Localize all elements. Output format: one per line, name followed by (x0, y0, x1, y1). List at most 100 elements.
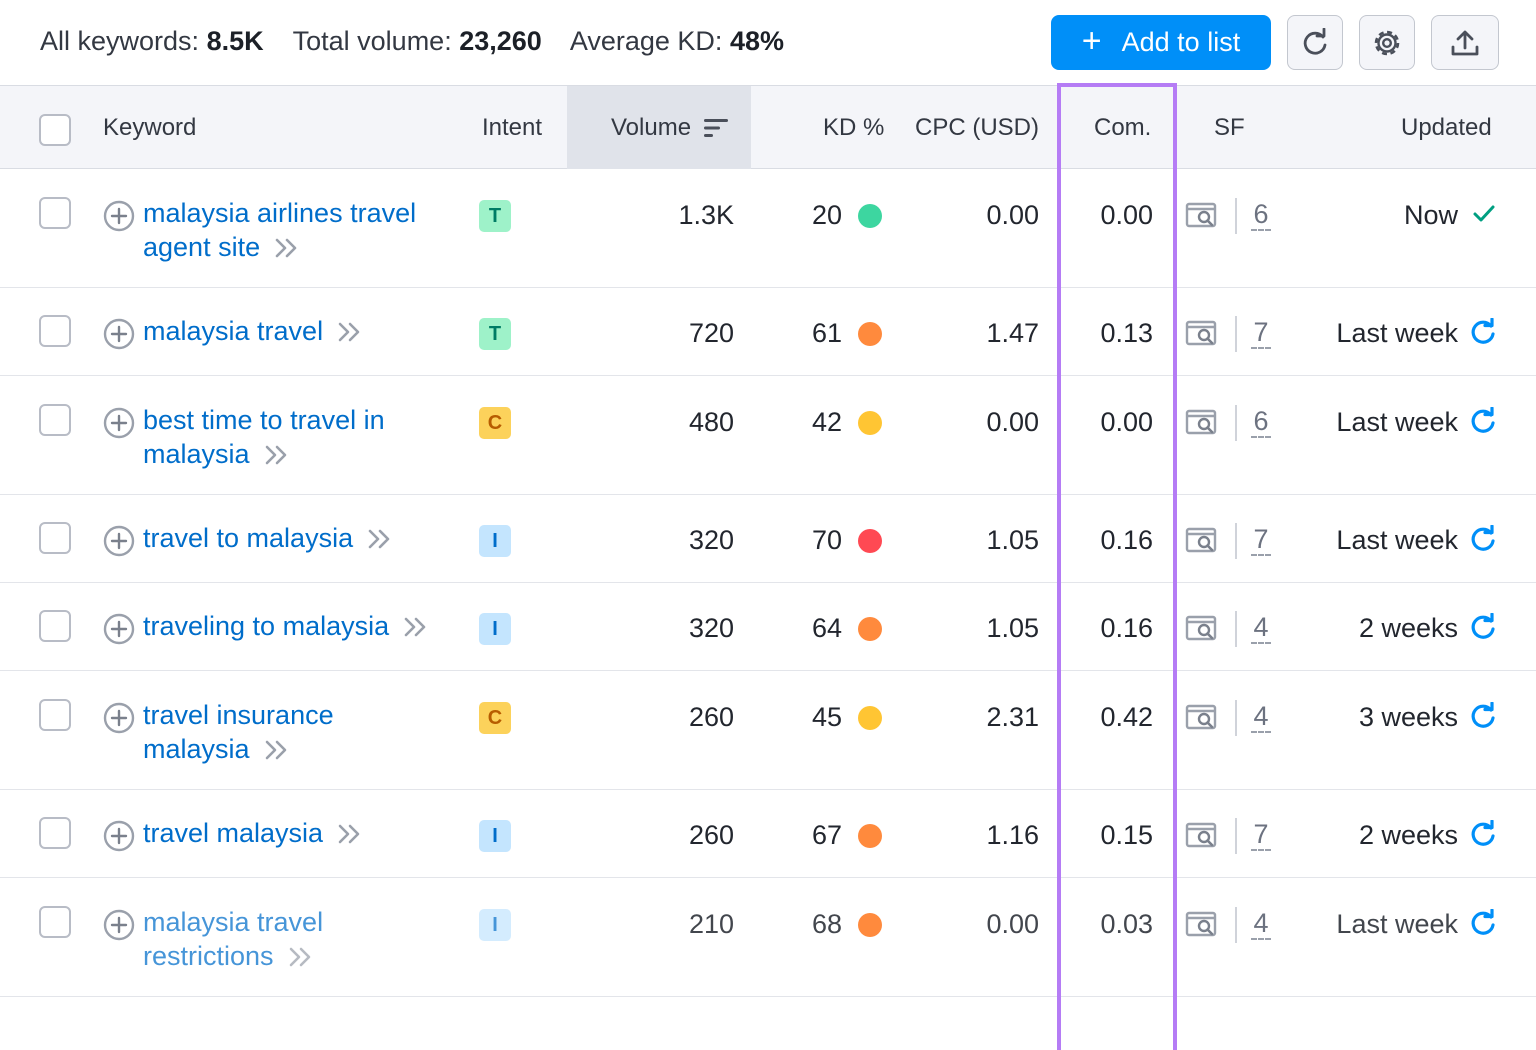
refresh-icon[interactable] (1469, 524, 1497, 553)
add-keyword-icon[interactable] (103, 613, 135, 645)
refresh-icon[interactable] (1469, 701, 1497, 730)
table-row[interactable]: travel insurance malaysia C 260 45 2.31 0… (0, 671, 1536, 790)
row-checkbox[interactable] (39, 817, 71, 849)
column-header-com[interactable]: Com. (1094, 86, 1151, 169)
row-checkbox[interactable] (39, 906, 71, 938)
keyword-link[interactable]: travel to malaysia (143, 521, 463, 557)
sf-count[interactable]: 7 (1251, 317, 1271, 349)
com-value: 0.42 (1100, 702, 1153, 732)
column-header-sf[interactable]: SF (1214, 86, 1245, 169)
table-row[interactable]: best time to travel in malaysia C 480 42 … (0, 376, 1536, 495)
column-header-intent[interactable]: Intent (482, 86, 542, 169)
com-value: 0.00 (1100, 200, 1153, 230)
add-keyword-icon[interactable] (103, 525, 135, 557)
kd-level-dot (858, 706, 882, 730)
serp-features-icon[interactable] (1185, 704, 1219, 730)
com-value: 0.00 (1100, 407, 1153, 437)
sf-count[interactable]: 6 (1251, 406, 1271, 438)
row-checkbox[interactable] (39, 522, 71, 554)
chevron-double-right-icon[interactable] (337, 316, 363, 350)
chevron-double-right-icon[interactable] (367, 523, 393, 557)
plus-icon: + (1081, 22, 1102, 60)
row-checkbox[interactable] (39, 197, 71, 229)
sf-divider (1235, 405, 1237, 441)
sf-count[interactable]: 4 (1251, 908, 1271, 940)
column-header-volume[interactable]: Volume (567, 86, 751, 169)
sf-divider (1235, 316, 1237, 352)
chevron-double-right-icon[interactable] (274, 232, 300, 266)
keyword-link[interactable]: travel insurance malaysia (143, 698, 463, 768)
row-checkbox[interactable] (39, 610, 71, 642)
refresh-icon[interactable] (1469, 612, 1497, 641)
chevron-double-right-icon[interactable] (337, 818, 363, 852)
serp-features-icon[interactable] (1185, 320, 1219, 346)
kd-level-dot (858, 824, 882, 848)
refresh-button[interactable] (1287, 15, 1343, 70)
check-icon[interactable] (1470, 200, 1498, 228)
sf-divider (1235, 907, 1237, 943)
serp-features-icon[interactable] (1185, 202, 1219, 228)
keyword-link[interactable]: malaysia airlines travel agent site (143, 196, 463, 266)
sf-count[interactable]: 4 (1251, 612, 1271, 644)
sf-count[interactable]: 7 (1251, 524, 1271, 556)
chevron-double-right-icon[interactable] (288, 941, 314, 975)
add-to-list-button[interactable]: + Add to list (1051, 15, 1271, 70)
serp-features-icon[interactable] (1185, 409, 1219, 435)
intent-badge: I (479, 820, 511, 852)
table-row[interactable]: malaysia travel restrictions I 210 68 0.0… (0, 878, 1536, 997)
sf-count[interactable]: 4 (1251, 701, 1271, 733)
add-keyword-icon[interactable] (103, 200, 135, 232)
add-keyword-icon[interactable] (103, 909, 135, 941)
keyword-link[interactable]: malaysia travel (143, 314, 463, 350)
table-row[interactable]: travel malaysia I 260 67 1.16 0.15 7 2 w… (0, 790, 1536, 878)
table-row[interactable]: traveling to malaysia I 320 64 1.05 0.16… (0, 583, 1536, 671)
keyword-link[interactable]: malaysia travel restrictions (143, 905, 463, 975)
refresh-icon[interactable] (1469, 317, 1497, 346)
table-row[interactable]: malaysia airlines travel agent site T 1.3… (0, 169, 1536, 288)
refresh-icon[interactable] (1469, 819, 1497, 848)
cpc-value: 1.05 (986, 613, 1039, 643)
settings-button[interactable] (1359, 15, 1415, 70)
keyword-link[interactable]: travel malaysia (143, 816, 463, 852)
row-checkbox[interactable] (39, 315, 71, 347)
sf-count[interactable]: 6 (1251, 199, 1271, 231)
serp-features-icon[interactable] (1185, 527, 1219, 553)
select-all-checkbox[interactable] (39, 114, 71, 146)
keyword-link[interactable]: best time to travel in malaysia (143, 403, 463, 473)
add-keyword-icon[interactable] (103, 702, 135, 734)
column-header-kd[interactable]: KD % (823, 86, 884, 169)
average-kd-label: Average KD: (569, 26, 723, 56)
refresh-icon[interactable] (1469, 908, 1497, 937)
keyword-link[interactable]: traveling to malaysia (143, 609, 433, 645)
column-header-updated[interactable]: Updated (1401, 86, 1492, 169)
keyword-text: malaysia travel (143, 907, 324, 937)
updated-value: Now (1403, 200, 1458, 230)
keyword-text: malaysia airlines travel (143, 198, 417, 228)
intent-badge: T (479, 318, 511, 350)
kd-value: 68 (811, 909, 842, 939)
row-checkbox[interactable] (39, 404, 71, 436)
cpc-value: 1.16 (986, 820, 1039, 850)
add-keyword-icon[interactable] (103, 318, 135, 350)
chevron-double-right-icon[interactable] (403, 611, 429, 645)
keyword-summary: All keywords: 8.5K Total volume: 23,260 … (40, 26, 806, 57)
column-header-keyword[interactable]: Keyword (103, 86, 196, 169)
table-row[interactable]: travel to malaysia I 320 70 1.05 0.16 7 … (0, 495, 1536, 583)
intent-badge: I (479, 909, 511, 941)
serp-features-icon[interactable] (1185, 822, 1219, 848)
chevron-double-right-icon[interactable] (264, 439, 290, 473)
sf-count[interactable]: 7 (1251, 819, 1271, 851)
kd-value: 61 (811, 318, 842, 348)
row-checkbox[interactable] (39, 699, 71, 731)
export-button[interactable] (1431, 15, 1499, 70)
refresh-icon[interactable] (1469, 406, 1497, 435)
cpc-value: 2.31 (986, 702, 1039, 732)
serp-features-icon[interactable] (1185, 911, 1219, 937)
table-row[interactable]: malaysia travel T 720 61 1.47 0.13 7 Las… (0, 288, 1536, 376)
kd-level-dot (858, 204, 882, 228)
serp-features-icon[interactable] (1185, 615, 1219, 641)
column-header-cpc[interactable]: CPC (USD) (915, 86, 1039, 169)
chevron-double-right-icon[interactable] (264, 734, 290, 768)
add-keyword-icon[interactable] (103, 820, 135, 852)
add-keyword-icon[interactable] (103, 407, 135, 439)
